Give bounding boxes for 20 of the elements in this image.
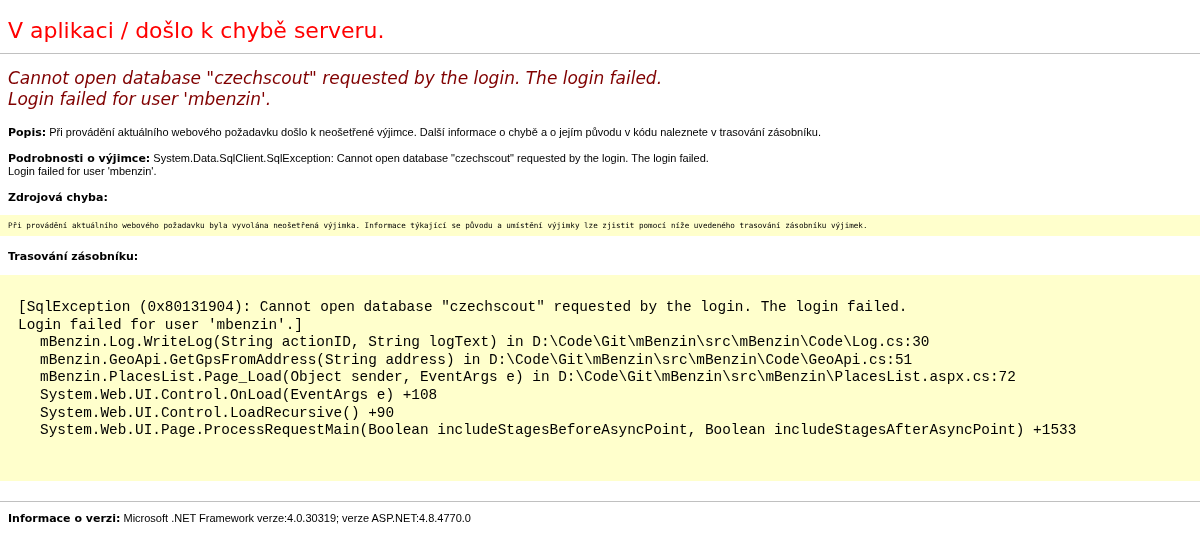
stack-frame: System.Web.UI.Page.ProcessRequestMain(Boolean includeStagesBeforeAsyncPoint, Boolean includeStagesAfterAsyncPoint) +1533	[40, 422, 1077, 439]
exception-details-text: Login failed for user 'mbenzin'.	[8, 165, 157, 177]
exception-details-text: System.Data.SqlClient.SqlException: Cannot open database "czechscout" requested by the login. The login failed.	[153, 152, 709, 164]
source-error-label: Zdrojová chyba:	[8, 191, 108, 204]
description-label: Popis:	[8, 126, 47, 139]
exception-details-label: Podrobnosti o výjimce:	[8, 152, 151, 165]
description-text: Při provádění aktuálního webového požadavku došlo k neošetřené výjimce. Další informace o chybě a o jejím původu v kódu naleznete v trasování zásobníku.	[49, 126, 821, 138]
stack-frame: System.Web.UI.Control.OnLoad(EventArgs e) +108	[40, 386, 438, 403]
exception-message: [SqlException (0x80131904): Cannot open database "czechscout" requested by the login. The login failed.	[18, 299, 909, 317]
error-heading: Cannot open database "czechscout" requested by the login. The login failed.	[8, 68, 664, 89]
error-heading: Login failed for user 'mbenzin'.	[8, 89, 273, 110]
version-text: Microsoft .NET Framework verze:4.0.30319; verze ASP.NET:4.8.4770.0	[123, 511, 471, 524]
version-label: Informace o verzi:	[8, 511, 121, 525]
stack-frame: System.Web.UI.Control.LoadRecursive() +90	[40, 404, 395, 421]
exception-message: Login failed for user 'mbenzin'.]	[18, 316, 304, 335]
stack-frame: mBenzin.Log.WriteLog(String actionID, String logText) in D:\Code\Git\mBenzin\src\mBenzin\Code\Log.cs:30	[40, 334, 930, 351]
stack-frame: mBenzin.GeoApi.GetGpsFromAddress(String address) in D:\Code\Git\mBenzin\src\mBenzin\Code\GeoApi.cs:51	[40, 351, 913, 368]
stack-frame: mBenzin.PlacesList.Page_Load(Object sender, EventArgs e) in D:\Code\Git\mBenzin\src\mBenzin\PlacesList.aspx.cs:72	[40, 369, 1016, 386]
page-title: V aplikaci / došlo k chybě serveru.	[7, 17, 386, 45]
stack-trace-label: Trasování zásobníku:	[8, 250, 139, 263]
